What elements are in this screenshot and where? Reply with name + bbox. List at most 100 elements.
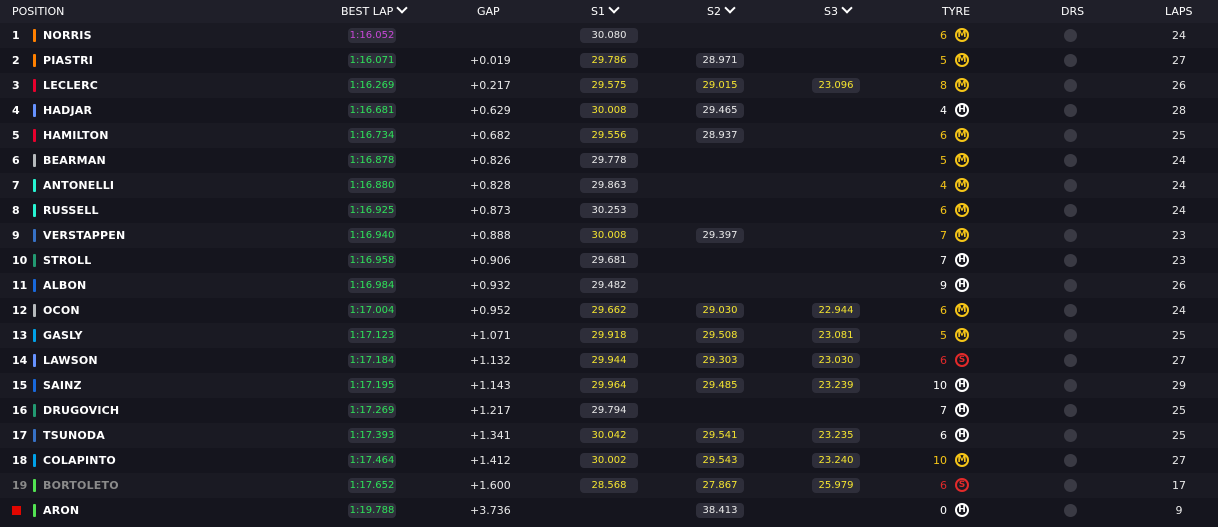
tyre-age: 4 <box>940 104 947 117</box>
chevron-down-icon <box>396 2 408 14</box>
drs-indicator <box>1064 129 1077 142</box>
driver-name[interactable]: HADJAR <box>43 98 92 123</box>
gap-value: +3.736 <box>470 504 511 517</box>
drs-indicator <box>1064 279 1077 292</box>
driver-name[interactable]: DRUGOVICH <box>43 398 119 423</box>
table-row[interactable]: 8 RUSSELL 1:16.925 +0.873 30.253 6 M 24 <box>0 198 1218 223</box>
table-row[interactable]: 19 BORTOLETO 1:17.652 +1.600 28.568 27.867 25.… <box>0 473 1218 498</box>
header-best-lap[interactable]: BEST LAP <box>341 0 408 23</box>
table-row[interactable]: 16 DRUGOVICH 1:17.269 +1.217 29.794 7 H 25 <box>0 398 1218 423</box>
table-row[interactable]: ARON 1:19.788 +3.736 38.413 0 H 9 <box>0 498 1218 523</box>
tyre-age: 7 <box>940 254 947 267</box>
tyre-compound-icon: M <box>955 153 969 167</box>
gap-value: +1.341 <box>470 429 511 442</box>
drs-indicator <box>1064 54 1077 67</box>
gap-value: +1.217 <box>470 404 511 417</box>
drs-indicator <box>1064 229 1077 242</box>
header-drs: DRS <box>1061 5 1085 18</box>
table-row[interactable]: 10 STROLL 1:16.958 +0.906 29.681 7 H 23 <box>0 248 1218 273</box>
driver-name[interactable]: OCON <box>43 298 80 323</box>
gap-value: +1.143 <box>470 379 511 392</box>
drs-indicator <box>1064 179 1077 192</box>
table-row[interactable]: 3 LECLERC 1:16.269 +0.217 29.575 29.015 23.096… <box>0 73 1218 98</box>
driver-name[interactable]: RUSSELL <box>43 198 99 223</box>
driver-name[interactable]: COLAPINTO <box>43 448 116 473</box>
laps-count: 26 <box>1172 79 1186 92</box>
position-number: 6 <box>12 154 20 167</box>
sector3-time: 23.096 <box>812 78 860 93</box>
team-color-bar <box>33 354 36 367</box>
table-row[interactable]: 15 SAINZ 1:17.195 +1.143 29.964 29.485 23.239 1… <box>0 373 1218 398</box>
table-row[interactable]: 11 ALBON 1:16.984 +0.932 29.482 9 H 26 <box>0 273 1218 298</box>
driver-name[interactable]: BEARMAN <box>43 148 106 173</box>
driver-name[interactable]: PIASTRI <box>43 48 93 73</box>
tyre-age: 6 <box>940 354 947 367</box>
table-row[interactable]: 13 GASLY 1:17.123 +1.071 29.918 29.508 23.081 5… <box>0 323 1218 348</box>
drs-indicator <box>1064 154 1077 167</box>
table-row[interactable]: 6 BEARMAN 1:16.878 +0.826 29.778 5 M 24 <box>0 148 1218 173</box>
header-s2[interactable]: S2 <box>707 0 736 23</box>
best-lap-time: 1:16.958 <box>348 253 396 268</box>
driver-name[interactable]: BORTOLETO <box>43 473 119 498</box>
position-number: 2 <box>12 54 20 67</box>
team-color-bar <box>33 254 36 267</box>
tyre-age: 6 <box>940 129 947 142</box>
team-color-bar <box>33 54 36 67</box>
drs-indicator <box>1064 254 1077 267</box>
sector1-time: 28.568 <box>580 478 638 493</box>
drs-indicator <box>1064 504 1077 517</box>
table-row[interactable]: 2 PIASTRI 1:16.071 +0.019 29.786 28.971 5 M 27 <box>0 48 1218 73</box>
table-row[interactable]: 7 ANTONELLI 1:16.880 +0.828 29.863 4 M 24 <box>0 173 1218 198</box>
driver-name[interactable]: NORRIS <box>43 23 92 48</box>
gap-value: +0.828 <box>470 179 511 192</box>
driver-name[interactable]: VERSTAPPEN <box>43 223 125 248</box>
table-row[interactable]: 4 HADJAR 1:16.681 +0.629 30.008 29.465 4 H 28 <box>0 98 1218 123</box>
table-row[interactable]: 12 OCON 1:17.004 +0.952 29.662 29.030 22.944 6 M… <box>0 298 1218 323</box>
driver-name[interactable]: ARON <box>43 498 79 523</box>
sector1-time: 29.482 <box>580 278 638 293</box>
header-s1[interactable]: S1 <box>591 0 620 23</box>
drs-indicator <box>1064 104 1077 117</box>
laps-count: 24 <box>1172 304 1186 317</box>
sector2-time: 29.485 <box>696 378 744 393</box>
tyre-compound-icon: M <box>955 328 969 342</box>
driver-name[interactable]: STROLL <box>43 248 91 273</box>
header-s3-label: S3 <box>824 5 838 18</box>
tyre-age: 6 <box>940 204 947 217</box>
best-lap-time: 1:17.269 <box>348 403 396 418</box>
team-color-bar <box>33 429 36 442</box>
driver-name[interactable]: TSUNODA <box>43 423 105 448</box>
driver-name[interactable]: HAMILTON <box>43 123 109 148</box>
driver-name[interactable]: SAINZ <box>43 373 82 398</box>
tyre-compound-icon: M <box>955 303 969 317</box>
driver-name[interactable]: GASLY <box>43 323 83 348</box>
table-row[interactable]: 17 TSUNODA 1:17.393 +1.341 30.042 29.541 23.23… <box>0 423 1218 448</box>
sector2-time: 29.541 <box>696 428 744 443</box>
team-color-bar <box>33 279 36 292</box>
drs-indicator <box>1064 404 1077 417</box>
table-row[interactable]: 14 LAWSON 1:17.184 +1.132 29.944 29.303 23.030… <box>0 348 1218 373</box>
header-s3[interactable]: S3 <box>824 0 853 23</box>
laps-count: 29 <box>1172 379 1186 392</box>
table-row[interactable]: 5 HAMILTON 1:16.734 +0.682 29.556 28.937 6 M 25 <box>0 123 1218 148</box>
gap-value: +0.932 <box>470 279 511 292</box>
gap-value: +0.888 <box>470 229 511 242</box>
laps-count: 23 <box>1172 254 1186 267</box>
position-number: 19 <box>12 479 28 492</box>
laps-count: 23 <box>1172 229 1186 242</box>
tyre-compound-icon: M <box>955 28 969 42</box>
driver-name[interactable]: ALBON <box>43 273 86 298</box>
sector2-time: 28.971 <box>696 53 744 68</box>
driver-name[interactable]: ANTONELLI <box>43 173 114 198</box>
table-row[interactable]: 18 COLAPINTO 1:17.464 +1.412 30.002 29.543 23.… <box>0 448 1218 473</box>
sector1-time: 29.918 <box>580 328 638 343</box>
table-row[interactable]: 1 NORRIS 1:16.052 30.080 6 M 24 <box>0 23 1218 48</box>
driver-name[interactable]: LECLERC <box>43 73 98 98</box>
tyre-compound-icon: M <box>955 78 969 92</box>
sector2-time: 28.937 <box>696 128 744 143</box>
laps-count: 24 <box>1172 154 1186 167</box>
chevron-down-icon <box>724 2 736 14</box>
tyre-compound-icon: S <box>955 353 969 367</box>
driver-name[interactable]: LAWSON <box>43 348 98 373</box>
table-row[interactable]: 9 VERSTAPPEN 1:16.940 +0.888 30.008 29.397 7 M 2… <box>0 223 1218 248</box>
